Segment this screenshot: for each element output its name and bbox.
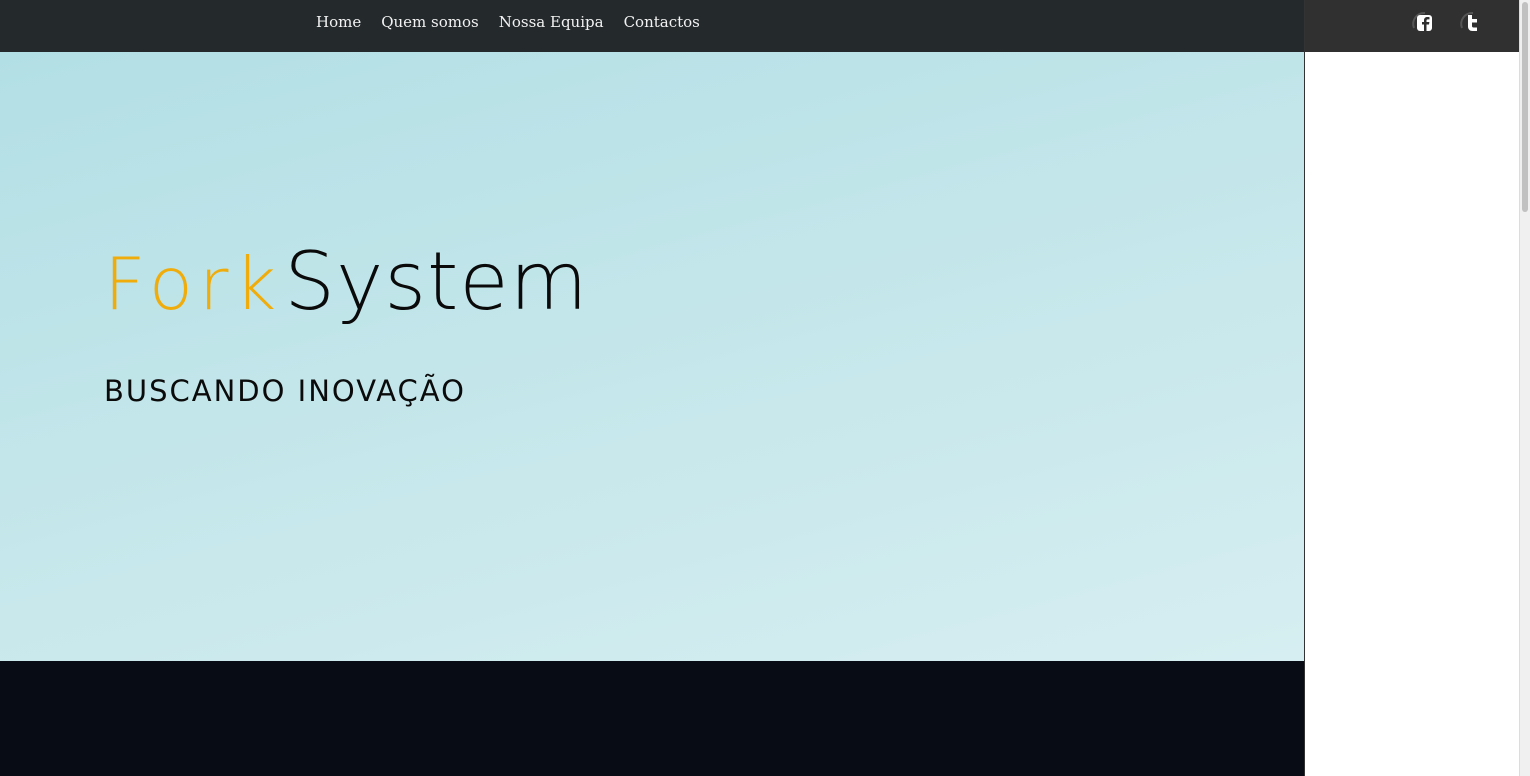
dark-section (0, 661, 1304, 776)
nav-link-contactos[interactable]: Contactos (624, 13, 700, 31)
twitter-icon[interactable] (1457, 8, 1487, 38)
logo-system-text: System (284, 235, 589, 328)
hero-section: Fork System BUSCANDO INOVAÇÃO (0, 52, 1304, 661)
main-nav: Home Quem somos Nossa Equipa Contactos (316, 0, 700, 44)
nav-link-nossa-equipa[interactable]: Nossa Equipa (499, 13, 604, 31)
logo-fork-text: Fork (104, 242, 283, 326)
nav-link-home[interactable]: Home (316, 13, 361, 31)
hero-tagline: BUSCANDO INOVAÇÃO (104, 374, 466, 408)
facebook-icon[interactable] (1409, 8, 1439, 38)
side-panel (1304, 0, 1519, 776)
top-navbar: Home Quem somos Nossa Equipa Contactos (0, 0, 1304, 52)
scrollbar-thumb[interactable] (1522, 2, 1528, 212)
side-panel-header (1305, 0, 1519, 52)
brand-logo: Fork System (104, 242, 589, 372)
page: Home Quem somos Nossa Equipa Contactos F… (0, 0, 1530, 776)
page-scrollbar[interactable] (1519, 0, 1530, 776)
nav-link-quem-somos[interactable]: Quem somos (381, 13, 479, 31)
